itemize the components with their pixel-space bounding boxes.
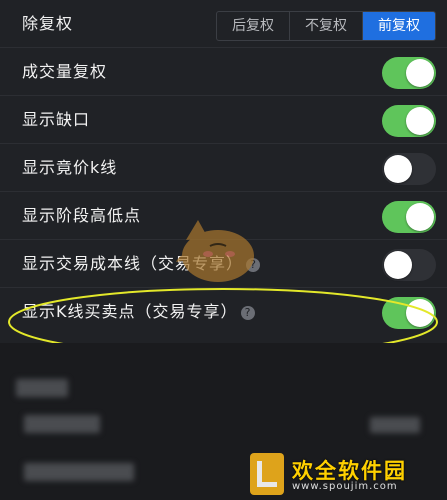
- restoration-row: 除复权 后复权 不复权 前复权: [0, 0, 447, 48]
- cost-line-toggle[interactable]: [382, 249, 436, 281]
- setting-label: 成交量复权: [22, 62, 108, 81]
- auction-kline-toggle[interactable]: [382, 153, 436, 185]
- toggle-knob: [406, 107, 434, 135]
- seg-unadjusted[interactable]: 不复权: [289, 12, 362, 40]
- seg-forward-adjusted[interactable]: 前复权: [362, 12, 435, 40]
- toggle-knob: [384, 155, 412, 183]
- restoration-label: 除复权: [22, 14, 74, 33]
- setting-label: 显示阶段高低点: [22, 206, 142, 225]
- blurred-block: [24, 463, 134, 481]
- blurred-block: [24, 415, 100, 433]
- blurred-block: [16, 379, 68, 397]
- mascot-watermark-icon: [176, 220, 254, 282]
- seg-back-adjusted[interactable]: 后复权: [217, 12, 289, 40]
- toggle-knob: [384, 251, 412, 279]
- show-gap-toggle[interactable]: [382, 105, 436, 137]
- setting-label: 显示竟价k线: [22, 158, 118, 177]
- setting-row-volume-adjust: 成交量复权: [0, 48, 447, 96]
- blurred-block: [370, 417, 420, 433]
- restoration-segmented-control: 后复权 不复权 前复权: [216, 11, 436, 41]
- watermark-url: www.spoujim.com: [292, 481, 398, 492]
- site-logo-icon: [250, 453, 284, 495]
- site-watermark: 欢全软件园 www.spoujim.com: [250, 453, 440, 497]
- setting-row-auction-kline: 显示竟价k线: [0, 144, 447, 192]
- toggle-knob: [406, 59, 434, 87]
- setting-label: 显示缺口: [22, 110, 91, 129]
- toggle-knob: [406, 203, 434, 231]
- stage-high-low-toggle[interactable]: [382, 201, 436, 233]
- volume-adjust-toggle[interactable]: [382, 57, 436, 89]
- setting-row-show-gap: 显示缺口: [0, 96, 447, 144]
